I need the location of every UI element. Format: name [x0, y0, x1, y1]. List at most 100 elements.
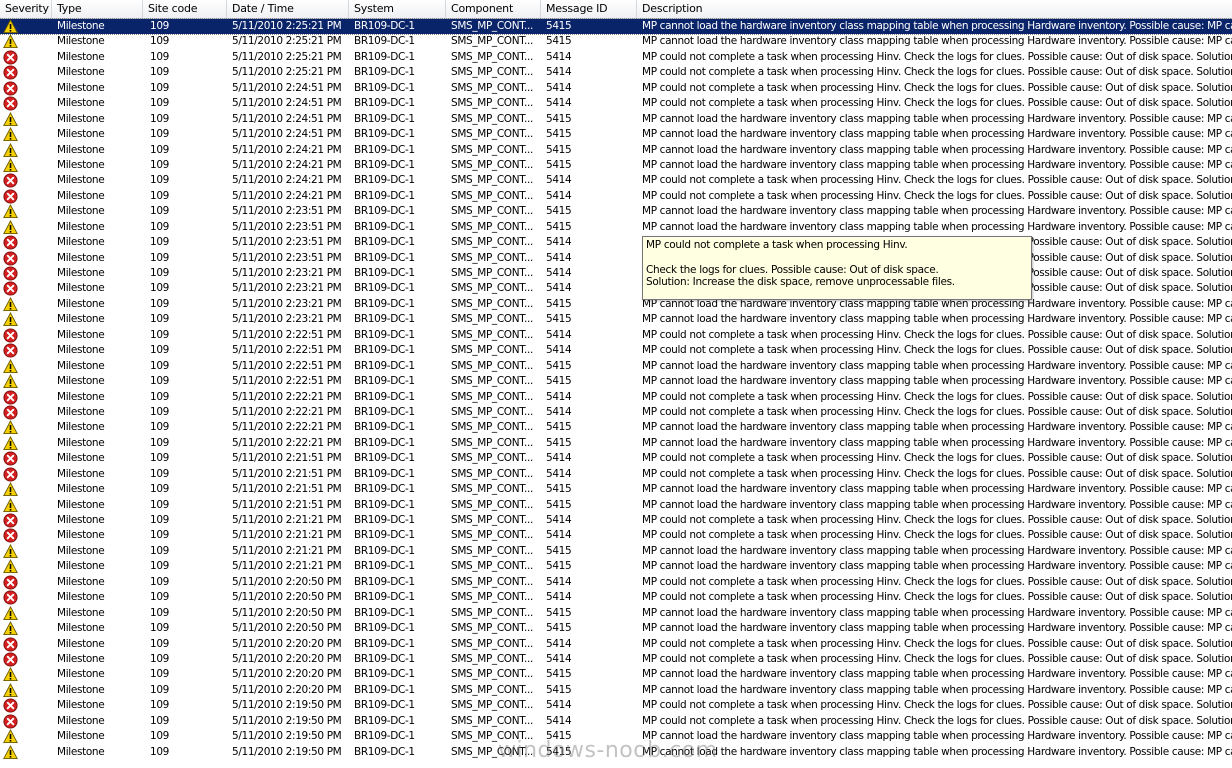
cell-description: MP could not complete a task when proces… — [642, 390, 1232, 403]
table-row[interactable]: Milestone 109 5/11/2010 2:23:21 PM BR109-DC… — [0, 266, 1232, 281]
cell-component: SMS_MP_CONT... — [451, 421, 534, 434]
table-row[interactable]: Milestone 109 5/11/2010 2:19:50 PM BR109-DC… — [0, 698, 1232, 713]
cell-severity — [0, 189, 52, 204]
cell-description: MP could not complete a task when proces… — [642, 81, 1232, 94]
table-row[interactable]: Milestone 109 5/11/2010 2:22:21 PM BR109-DC… — [0, 405, 1232, 420]
table-row[interactable]: Milestone 109 5/11/2010 2:21:21 PM BR109-DC… — [0, 543, 1232, 559]
cell-description: MP could not complete a task when proces… — [642, 529, 1232, 542]
table-row[interactable]: Milestone 109 5/11/2010 2:20:50 PM BR109-DC… — [0, 590, 1232, 605]
cell-site-code: 109 — [150, 112, 169, 125]
table-row[interactable]: Milestone 109 5/11/2010 2:22:51 PM BR109-DC… — [0, 358, 1232, 374]
table-row[interactable]: Milestone 109 5/11/2010 2:22:21 PM BR109-DC… — [0, 389, 1232, 405]
cell-message-id: 5415 — [546, 544, 572, 557]
table-row[interactable]: Milestone 109 5/11/2010 2:23:21 PM BR109-DC… — [0, 296, 1232, 312]
table-row[interactable]: Milestone 109 5/11/2010 2:23:51 PM BR109-DC… — [0, 204, 1232, 219]
table-row[interactable]: Milestone 109 5/11/2010 2:22:21 PM BR109-DC… — [0, 435, 1232, 451]
table-row[interactable]: Milestone 109 5/11/2010 2:19:50 PM BR109-DC… — [0, 714, 1232, 729]
table-row[interactable]: Milestone 109 5/11/2010 2:23:51 PM BR109-DC… — [0, 219, 1232, 235]
column-header-system[interactable]: System — [349, 0, 446, 18]
cell-system: BR109-DC-1 — [354, 189, 415, 202]
cell-type: Milestone — [57, 714, 105, 727]
table-row[interactable]: Milestone 109 5/11/2010 2:23:21 PM BR109-DC… — [0, 281, 1232, 296]
cell-type: Milestone — [57, 668, 105, 681]
column-header-type[interactable]: Type — [52, 0, 143, 18]
table-row[interactable]: Milestone 109 5/11/2010 2:25:21 PM BR109-DC… — [0, 17, 1232, 36]
cell-description: MP cannot load the hardware inventory cl… — [642, 622, 1232, 635]
table-row[interactable]: Milestone 109 5/11/2010 2:23:21 PM BR109-DC… — [0, 312, 1232, 327]
table-row[interactable]: Milestone 109 5/11/2010 2:21:21 PM BR109-DC… — [0, 559, 1232, 574]
column-header-message-id[interactable]: Message ID — [541, 0, 637, 18]
table-row[interactable]: Milestone 109 5/11/2010 2:21:21 PM BR109-DC… — [0, 528, 1232, 543]
table-row[interactable]: Milestone 109 5/11/2010 2:20:20 PM BR109-DC… — [0, 652, 1232, 667]
table-row[interactable]: Milestone 109 5/11/2010 2:25:21 PM BR109-DC… — [0, 65, 1232, 80]
cell-site-code: 109 — [150, 498, 169, 511]
cell-component: SMS_MP_CONT... — [451, 498, 534, 511]
cell-site-code: 109 — [150, 128, 169, 141]
table-row[interactable]: Milestone 109 5/11/2010 2:22:51 PM BR109-DC… — [0, 328, 1232, 343]
table-row[interactable]: Milestone 109 5/11/2010 2:24:51 PM BR109-DC… — [0, 111, 1232, 127]
table-row[interactable]: Milestone 109 5/11/2010 2:22:21 PM BR109-DC… — [0, 420, 1232, 435]
cell-system: BR109-DC-1 — [354, 35, 415, 48]
table-row[interactable]: Milestone 109 5/11/2010 2:24:51 PM BR109-DC… — [0, 96, 1232, 111]
cell-severity — [0, 127, 52, 142]
cell-description: MP cannot load the hardware inventory cl… — [642, 35, 1232, 48]
table-row[interactable]: Milestone 109 5/11/2010 2:19:50 PM BR109-DC… — [0, 729, 1232, 744]
cell-component: SMS_MP_CONT... — [451, 622, 534, 635]
table-row[interactable]: Milestone 109 5/11/2010 2:24:51 PM BR109-DC… — [0, 81, 1232, 96]
cell-system: BR109-DC-1 — [354, 81, 415, 94]
table-row[interactable]: Milestone 109 5/11/2010 2:21:21 PM BR109-DC… — [0, 513, 1232, 528]
table-row[interactable]: Milestone 109 5/11/2010 2:23:51 PM BR109-DC… — [0, 235, 1232, 250]
cell-site-code: 109 — [150, 591, 169, 604]
column-header-severity[interactable]: Severity — [0, 0, 52, 18]
table-row[interactable]: Milestone 109 5/11/2010 2:24:21 PM BR109-DC… — [0, 173, 1232, 188]
cell-component: SMS_MP_CONT... — [451, 405, 534, 418]
table-row[interactable]: Milestone 109 5/11/2010 2:20:50 PM BR109-DC… — [0, 605, 1232, 621]
column-header-description[interactable]: Description — [637, 0, 1232, 18]
cell-message-id: 5414 — [546, 66, 572, 79]
cell-system: BR109-DC-1 — [354, 297, 415, 310]
table-row[interactable]: Milestone 109 5/11/2010 2:24:21 PM BR109-DC… — [0, 157, 1232, 173]
table-row[interactable]: Milestone 109 5/11/2010 2:20:50 PM BR109-DC… — [0, 621, 1232, 636]
table-row[interactable]: Milestone 109 5/11/2010 2:21:51 PM BR109-DC… — [0, 451, 1232, 466]
cell-type: Milestone — [57, 375, 105, 388]
table-row[interactable]: Milestone 109 5/11/2010 2:22:51 PM BR109-DC… — [0, 374, 1232, 389]
table-row[interactable]: Milestone 109 5/11/2010 2:19:50 PM BR109-DC… — [0, 744, 1232, 760]
column-header-site-code[interactable]: Site code — [143, 0, 227, 18]
cell-message-id: 5415 — [546, 158, 572, 171]
cell-site-code: 109 — [150, 452, 169, 465]
cell-datetime: 5/11/2010 2:25:21 PM — [232, 50, 342, 63]
cell-severity — [0, 266, 52, 281]
table-row[interactable]: Milestone 109 5/11/2010 2:20:50 PM BR109-DC… — [0, 575, 1232, 590]
table-row[interactable]: Milestone 109 5/11/2010 2:20:20 PM BR109-DC… — [0, 682, 1232, 698]
cell-component: SMS_MP_CONT... — [451, 436, 534, 449]
table-row[interactable]: Milestone 109 5/11/2010 2:25:21 PM BR109-DC… — [0, 34, 1232, 49]
table-row[interactable]: Milestone 109 5/11/2010 2:22:51 PM BR109-DC… — [0, 343, 1232, 358]
cell-message-id: 5414 — [546, 390, 572, 403]
cell-datetime: 5/11/2010 2:21:51 PM — [232, 452, 342, 465]
table-row[interactable]: Milestone 109 5/11/2010 2:24:51 PM BR109-DC… — [0, 127, 1232, 142]
table-row[interactable]: Milestone 109 5/11/2010 2:21:51 PM BR109-DC… — [0, 482, 1232, 497]
table-row[interactable]: Milestone 109 5/11/2010 2:25:21 PM BR109-DC… — [0, 50, 1232, 65]
table-row[interactable]: Milestone 109 5/11/2010 2:20:20 PM BR109-DC… — [0, 636, 1232, 652]
table-row[interactable]: Milestone 109 5/11/2010 2:23:51 PM BR109-DC… — [0, 251, 1232, 266]
cell-type: Milestone — [57, 637, 105, 650]
cell-severity — [0, 374, 52, 389]
table-row[interactable]: Milestone 109 5/11/2010 2:24:21 PM BR109-DC… — [0, 189, 1232, 204]
cell-system: BR109-DC-1 — [354, 483, 415, 496]
table-row[interactable]: Milestone 109 5/11/2010 2:21:51 PM BR109-DC… — [0, 497, 1232, 513]
cell-system: BR109-DC-1 — [354, 313, 415, 326]
cell-system: BR109-DC-1 — [354, 514, 415, 526]
table-row[interactable]: Milestone 109 5/11/2010 2:24:21 PM BR109-DC… — [0, 142, 1232, 158]
cell-component: SMS_MP_CONT... — [451, 35, 534, 48]
cell-message-id: 5415 — [546, 128, 572, 141]
cell-severity — [0, 389, 52, 405]
cell-severity — [0, 682, 52, 698]
cell-description: MP cannot load the hardware inventory cl… — [642, 668, 1232, 681]
cell-description: MP cannot load the hardware inventory cl… — [642, 158, 1232, 171]
column-header-component[interactable]: Component — [446, 0, 541, 18]
cell-severity — [0, 652, 52, 667]
table-row[interactable]: Milestone 109 5/11/2010 2:21:51 PM BR109-DC… — [0, 467, 1232, 482]
cell-severity — [0, 467, 52, 482]
table-row[interactable]: Milestone 109 5/11/2010 2:20:20 PM BR109-DC… — [0, 667, 1232, 682]
column-header-datetime[interactable]: Date / Time — [227, 0, 349, 18]
